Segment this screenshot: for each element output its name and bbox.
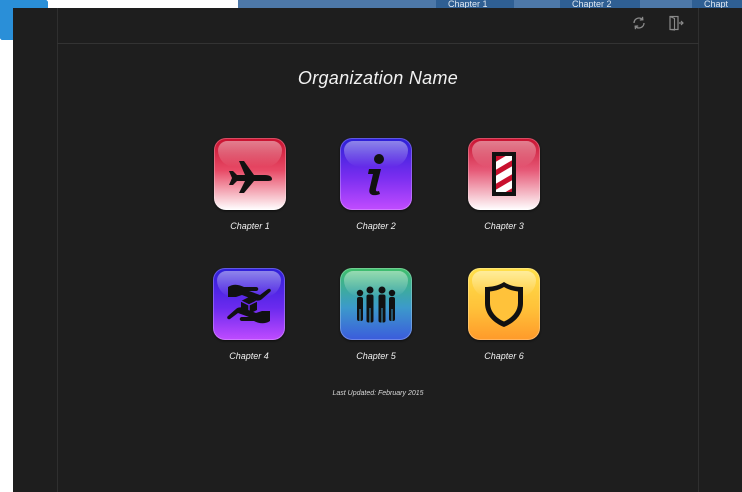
background-tab[interactable]: Chapter 1 — [436, 0, 514, 8]
background-tab[interactable]: Chapter 2 — [560, 0, 640, 8]
last-updated-text: Last Updated: February 2015 — [332, 390, 424, 397]
app-screen: Chapter 1 Chapter 2 Chapt Organization N… — [0, 0, 742, 492]
chapter-tile[interactable] — [213, 268, 285, 340]
chapter-4-button[interactable]: Chapter 4 — [204, 268, 294, 361]
chapter-2-button[interactable]: Chapter 2 — [331, 138, 421, 231]
organization-title: Organization Name — [297, 68, 459, 88]
chapter-tile[interactable] — [214, 138, 286, 210]
chapter-tile[interactable] — [340, 138, 412, 210]
chapter-tile[interactable] — [468, 138, 540, 210]
chapter-tile[interactable] — [468, 268, 540, 340]
chapter-label: Chapter 3 — [484, 221, 524, 231]
chapter-tile[interactable] — [340, 268, 412, 340]
chapter-label: Chapter 5 — [356, 351, 396, 361]
hands-cube-icon — [227, 284, 271, 324]
chapter-3-button[interactable]: Chapter 3 — [459, 138, 549, 231]
chapter-label: Chapter 4 — [229, 351, 269, 361]
airplane-icon — [229, 161, 272, 193]
barber-pole-icon — [492, 152, 516, 196]
chapter-1-button[interactable]: Chapter 1 — [205, 138, 295, 231]
exit-button[interactable] — [667, 14, 685, 32]
refresh-button[interactable] — [630, 14, 648, 32]
chapter-label: Chapter 6 — [484, 351, 524, 361]
toolbar-divider — [57, 43, 699, 44]
chapter-label: Chapter 1 — [230, 221, 270, 231]
exit-icon — [669, 15, 684, 31]
shield-icon — [485, 282, 523, 327]
people-group-icon — [356, 286, 396, 323]
info-icon — [368, 154, 384, 196]
background-tab[interactable]: Chapt — [692, 0, 742, 8]
chapter-6-button[interactable]: Chapter 6 — [459, 268, 549, 361]
chapter-label: Chapter 2 — [356, 221, 396, 231]
chapter-5-button[interactable]: Chapter 5 — [331, 268, 421, 361]
refresh-icon — [633, 16, 645, 30]
background-tab-strip: Chapter 1 Chapter 2 Chapt — [238, 0, 742, 8]
